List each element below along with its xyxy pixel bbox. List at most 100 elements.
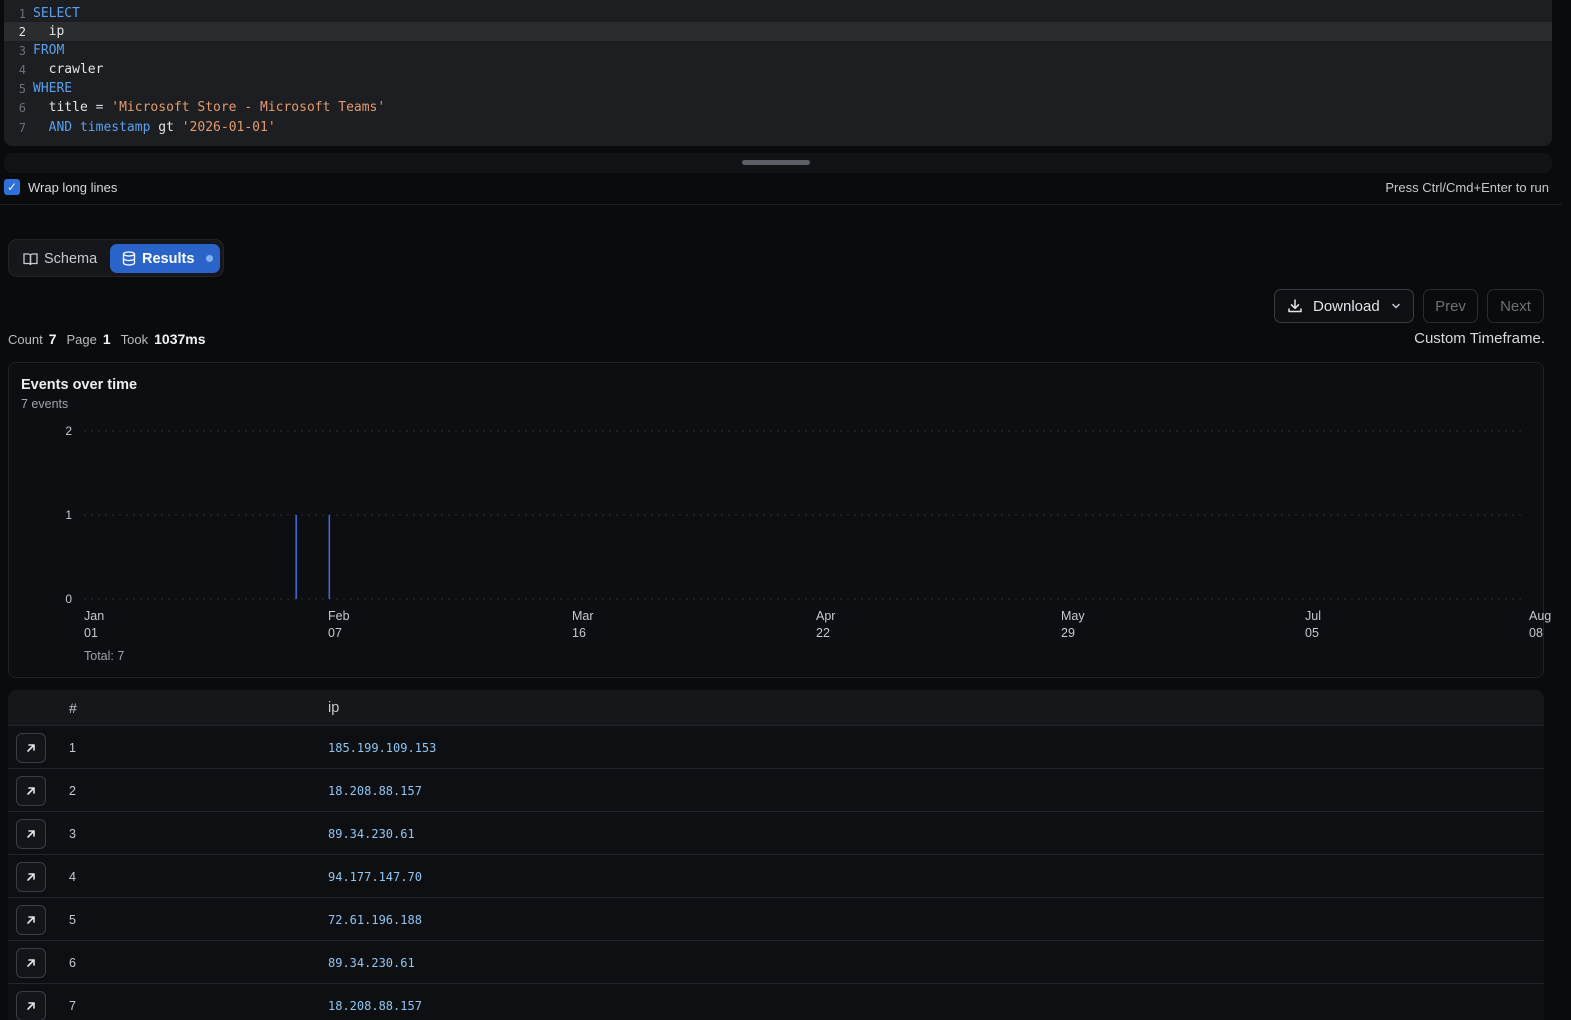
next-page-button[interactable]: Next	[1487, 289, 1544, 323]
y-tick-label: 0	[65, 592, 72, 606]
row-index: 6	[69, 956, 76, 970]
code-line[interactable]: 4 crawler	[4, 60, 1552, 79]
line-number: 3	[18, 43, 26, 58]
results-table: # ip 1 185.199.109.153 2 18.208.88.157 3 89.3…	[8, 690, 1544, 1020]
arrow-up-right-icon	[27, 873, 35, 881]
chart-title: Events over time	[21, 377, 138, 393]
x-tick-label: Feb 07	[328, 609, 350, 640]
arrow-up-right-icon	[27, 1002, 35, 1010]
row-index: 5	[69, 913, 76, 927]
table-row[interactable]: 6 89.34.230.61	[8, 941, 1544, 984]
tab-results[interactable]: Results	[110, 244, 220, 273]
code-token: WHERE	[33, 81, 73, 96]
table-row[interactable]: 5 72.61.196.188	[8, 898, 1544, 941]
run-shortcut-hint: Press Ctrl/Cmd+Enter to run	[1385, 180, 1549, 195]
row-ip[interactable]: 94.177.147.70	[328, 870, 422, 884]
resize-grip-handle[interactable]	[742, 160, 810, 165]
x-tick-month: Jul	[1305, 609, 1321, 623]
open-row-button[interactable]	[16, 862, 46, 892]
x-tick-month: Aug	[1529, 609, 1551, 623]
code-token: timestamp	[72, 120, 151, 135]
code-text: crawler	[30, 62, 104, 77]
code-text: FROM	[30, 43, 64, 58]
chart-total: Total: 7	[84, 649, 125, 663]
tab-results-label: Results	[142, 250, 195, 267]
code-token: title	[33, 100, 88, 115]
code-token: SELECT	[33, 6, 80, 21]
row-ip[interactable]: 72.61.196.188	[328, 913, 422, 927]
code-line[interactable]: 7 AND timestamp gt '2026-01-01'	[4, 118, 1552, 137]
code-text: WHERE	[30, 81, 72, 96]
view-tabs: Schema Results	[8, 239, 224, 277]
code-line[interactable]: 6 title = 'Microsoft Store - Microsoft T…	[4, 98, 1552, 117]
took-value: 1037ms	[154, 331, 206, 347]
download-icon	[1288, 299, 1302, 313]
x-tick-label: May 29	[1061, 609, 1085, 640]
wrap-lines-checkbox[interactable]: ✓	[4, 179, 20, 195]
open-row-button[interactable]	[16, 819, 46, 849]
x-tick-month: Feb	[328, 609, 350, 623]
table-row[interactable]: 4 94.177.147.70	[8, 855, 1544, 898]
line-number: 2	[18, 24, 26, 39]
arrow-up-right-icon	[27, 787, 35, 795]
table-row[interactable]: 2 18.208.88.157	[8, 769, 1544, 812]
code-text: title = 'Microsoft Store - Microsoft Tea…	[30, 100, 386, 115]
code-text: ip	[30, 24, 65, 39]
database-icon	[122, 251, 136, 266]
chart-bar[interactable]	[295, 515, 297, 599]
table-row[interactable]: 7 18.208.88.157	[8, 984, 1544, 1020]
table-row[interactable]: 3 89.34.230.61	[8, 812, 1544, 855]
open-row-button[interactable]	[16, 905, 46, 935]
code-token: ip	[33, 24, 65, 39]
y-tick-label: 1	[65, 508, 72, 522]
x-tick-label: Mar 16	[572, 609, 594, 640]
open-row-button[interactable]	[16, 776, 46, 806]
x-tick-month: May	[1061, 609, 1085, 623]
row-ip[interactable]: 185.199.109.153	[328, 741, 436, 755]
x-tick-day: 08	[1529, 626, 1543, 640]
page-label: Page	[66, 332, 97, 347]
code-line[interactable]: 3 FROM	[4, 41, 1552, 60]
arrow-up-right-icon	[27, 744, 35, 752]
code-token: '2026-01-01'	[181, 120, 276, 135]
line-number: 7	[18, 120, 26, 135]
row-index: 3	[69, 827, 76, 841]
x-tick-label: Jan 01	[84, 609, 104, 640]
code-token: =	[87, 100, 112, 115]
code-text: AND timestamp gt '2026-01-01'	[30, 120, 276, 135]
open-row-button[interactable]	[16, 733, 46, 763]
chart-bar[interactable]	[328, 515, 331, 599]
download-button[interactable]: Download	[1274, 289, 1414, 323]
code-line[interactable]: 5 WHERE	[4, 79, 1552, 98]
tab-schema-label: Schema	[44, 251, 98, 267]
x-tick-day: 22	[816, 626, 830, 640]
sql-editor[interactable]: 1 SELECT 2 ip 3 FROM 4 crawler 5 WHERE 6 title =…	[4, 0, 1552, 146]
x-tick-day: 29	[1061, 626, 1075, 640]
code-text: SELECT	[30, 6, 80, 21]
row-ip[interactable]: 89.34.230.61	[328, 956, 415, 970]
book-icon	[23, 253, 38, 266]
column-header-index: #	[69, 700, 77, 716]
table-row[interactable]: 1 185.199.109.153	[8, 726, 1544, 769]
x-tick-label: Apr 22	[816, 609, 835, 640]
x-tick-day: 16	[572, 626, 586, 640]
code-line[interactable]: 1 SELECT	[4, 4, 1552, 23]
count-label: Count	[8, 332, 43, 347]
open-row-button[interactable]	[16, 991, 46, 1020]
tab-schema[interactable]: Schema	[23, 248, 97, 270]
column-header-ip[interactable]: ip	[328, 700, 339, 716]
page-value: 1	[102, 331, 111, 347]
code-line[interactable]: 2 ip	[4, 22, 1552, 41]
chart-subtitle: 7 events	[21, 397, 69, 411]
x-tick-month: Mar	[572, 609, 594, 623]
code-token: FROM	[33, 43, 65, 58]
x-tick-day: 05	[1305, 626, 1319, 640]
prev-page-button[interactable]: Prev	[1423, 289, 1478, 323]
row-ip[interactable]: 89.34.230.61	[328, 827, 415, 841]
line-number: 6	[18, 100, 26, 115]
line-number: 5	[18, 81, 26, 96]
table-header: # ip	[8, 690, 1544, 726]
row-ip[interactable]: 18.208.88.157	[328, 784, 422, 798]
open-row-button[interactable]	[16, 948, 46, 978]
line-number: 1	[18, 6, 26, 21]
